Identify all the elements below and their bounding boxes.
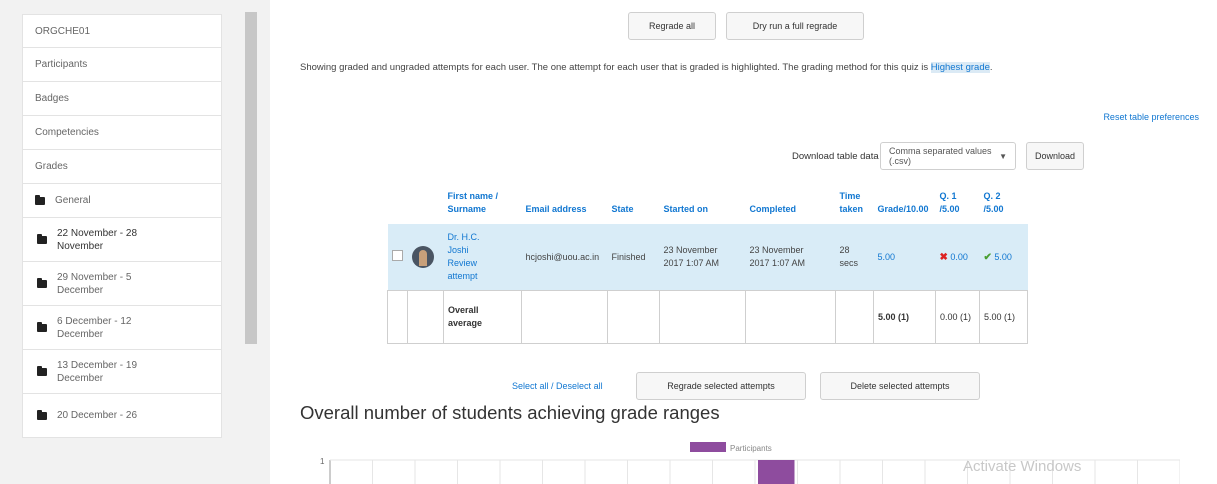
- sidebar-scrollbar[interactable]: [245, 12, 257, 344]
- nav-item-grades[interactable]: Grades: [22, 150, 222, 184]
- folder-icon: [37, 409, 47, 420]
- col-name-sort[interactable]: First name / Surname: [448, 191, 499, 214]
- overall-average-label: Overall average: [443, 290, 522, 344]
- nav-item-section[interactable]: 22 November - 28 November: [22, 218, 222, 262]
- col-email-sort[interactable]: Email address: [526, 204, 587, 214]
- reset-table-preferences-link[interactable]: Reset table preferences: [1103, 112, 1199, 122]
- download-format-select[interactable]: Comma separated values (.csv) ▼: [880, 142, 1016, 170]
- download-button[interactable]: Download: [1026, 142, 1084, 170]
- main-content: Regrade all Dry run a full regrade Showi…: [270, 0, 1217, 484]
- deselect-all-link[interactable]: Deselect all: [556, 381, 603, 391]
- grading-info-text: Showing graded and ungraded attempts for…: [300, 62, 993, 73]
- folder-icon: [37, 321, 47, 332]
- selection-links: Select all / Deselect all: [512, 381, 603, 391]
- download-label: Download table data as: [792, 151, 892, 162]
- grading-method: Highest grade: [930, 62, 990, 73]
- state-cell: Finished: [607, 224, 660, 291]
- activate-windows-watermark: Activate Windows: [963, 458, 1082, 475]
- average-grade: 5.00 (1): [873, 290, 936, 344]
- legend-swatch: [690, 442, 726, 452]
- overall-average-row: Overall average 5.00 (1) 0.00 (1) 5.00 (1…: [387, 290, 1028, 344]
- course-nav: ORGCHE01 Participants Badges Competencies Gr…: [22, 14, 222, 438]
- email-cell: hcjoshi@uou.ac.in: [521, 224, 608, 291]
- folder-icon: [37, 277, 47, 288]
- col-state-sort[interactable]: State: [612, 204, 634, 214]
- nav-item-competencies[interactable]: Competencies: [22, 116, 222, 150]
- nav-item-participants[interactable]: Participants: [22, 48, 222, 82]
- avatar[interactable]: [411, 246, 434, 268]
- nav-item-section[interactable]: 20 December - 26: [22, 394, 222, 438]
- row-select-checkbox[interactable]: [391, 249, 403, 261]
- user-name-link[interactable]: Dr. H.C. Joshi: [448, 231, 518, 257]
- attempts-table: First name / Surname Email address State …: [387, 190, 1028, 344]
- incorrect-icon: ✖: [939, 251, 948, 263]
- dry-run-regrade-button[interactable]: Dry run a full regrade: [726, 12, 864, 40]
- nav-item-section[interactable]: 6 December - 12 December: [22, 306, 222, 350]
- started-cell: 23 November 2017 1:07 AM: [659, 224, 746, 291]
- nav-item-section[interactable]: 13 December - 19 December: [22, 350, 222, 394]
- col-grade-sort[interactable]: Grade/10.00: [878, 204, 929, 214]
- time-cell: 28 secs: [835, 224, 874, 291]
- col-started-sort[interactable]: Started on: [664, 204, 709, 214]
- q2-link[interactable]: 5.00: [994, 252, 1012, 262]
- regrade-all-button[interactable]: Regrade all: [628, 12, 716, 40]
- check-icon: ✔: [983, 251, 992, 263]
- chevron-down-icon: ▼: [999, 152, 1007, 161]
- regrade-selected-button[interactable]: Regrade selected attempts: [636, 372, 806, 400]
- legend-label: Participants: [730, 444, 772, 453]
- nav-item-section[interactable]: General: [22, 184, 222, 218]
- average-q1: 0.00 (1): [935, 290, 980, 344]
- col-time-sort[interactable]: Time taken: [840, 191, 864, 214]
- table-header-row: First name / Surname Email address State …: [388, 190, 1028, 224]
- nav-item-section[interactable]: 29 November - 5 December: [22, 262, 222, 306]
- average-q2: 5.00 (1): [979, 290, 1028, 344]
- folder-icon: [37, 233, 47, 244]
- chart-title: Overall number of students achieving gra…: [300, 402, 720, 423]
- completed-cell: 23 November 2017 1:07 AM: [745, 224, 836, 291]
- folder-icon: [37, 365, 47, 376]
- nav-item-badges[interactable]: Badges: [22, 82, 222, 116]
- select-all-link[interactable]: Select all: [512, 381, 549, 391]
- nav-item-orgche01[interactable]: ORGCHE01: [22, 14, 222, 48]
- sidebar: ORGCHE01 Participants Badges Competencies Gr…: [0, 0, 270, 484]
- table-row: Dr. H.C. Joshi Review attempt hcjoshi@uou.…: [387, 224, 1028, 291]
- y-tick-label: 1: [320, 457, 325, 466]
- col-completed-sort[interactable]: Completed: [750, 204, 797, 214]
- delete-selected-button[interactable]: Delete selected attempts: [820, 372, 980, 400]
- col-q2-sort[interactable]: Q. 2/5.00: [984, 191, 1004, 214]
- col-q1-sort[interactable]: Q. 1/5.00: [940, 191, 960, 214]
- review-attempt-link[interactable]: Review attempt: [448, 257, 518, 283]
- bar-participants: [758, 460, 795, 484]
- grade-link[interactable]: 5.00: [878, 252, 896, 262]
- folder-icon: [35, 194, 45, 205]
- q1-link[interactable]: 0.00: [950, 252, 968, 262]
